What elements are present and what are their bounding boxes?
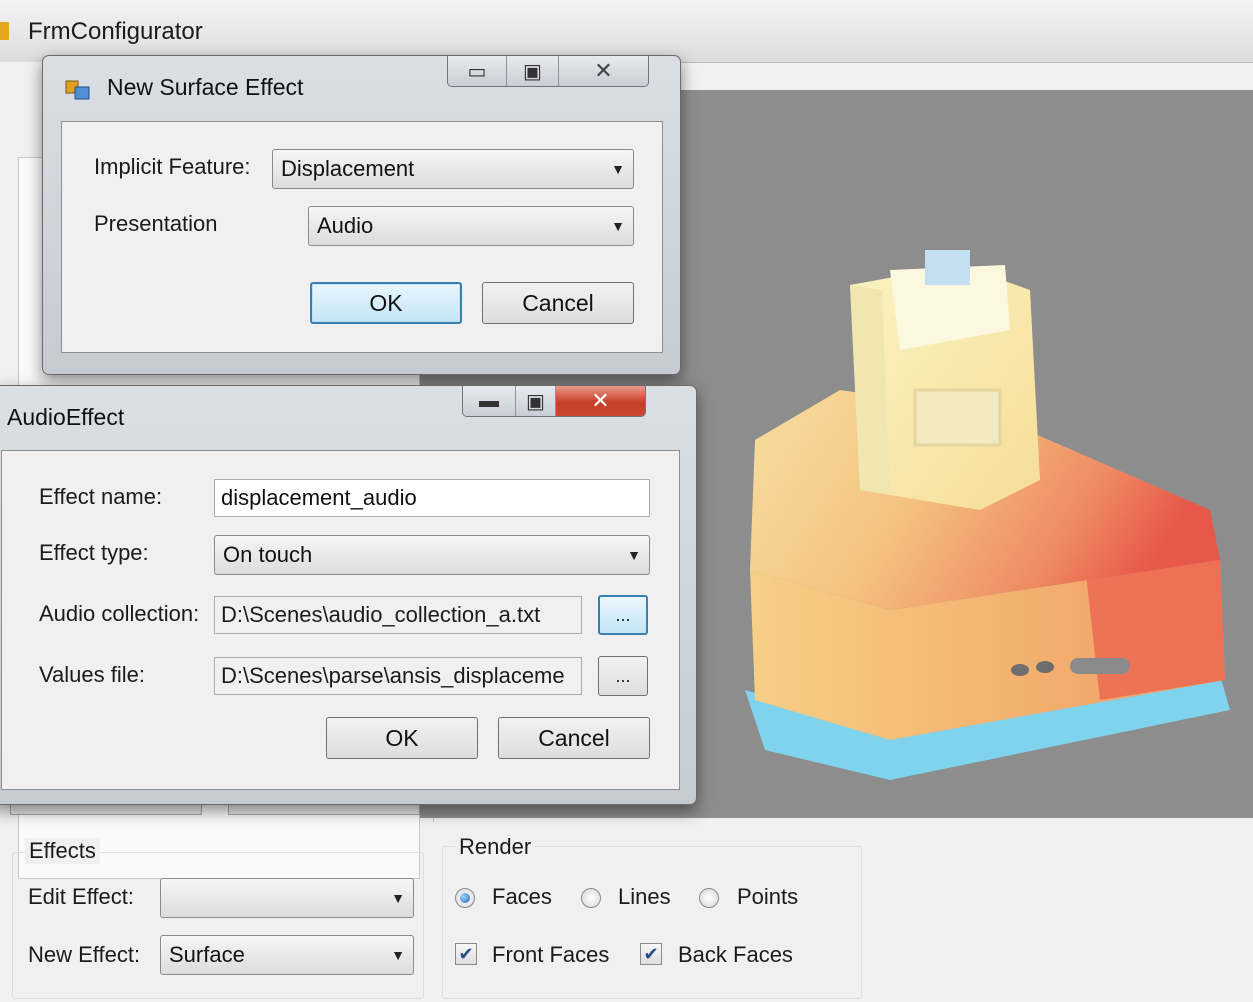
checkmark-icon: ✔ [458, 944, 474, 964]
main-window-title: FrmConfigurator [28, 18, 203, 45]
presentation-dropdown[interactable]: Audio ▼ [308, 206, 634, 246]
maximize-icon[interactable]: ▣ [515, 386, 555, 416]
faces-radio[interactable] [455, 888, 475, 908]
new-surface-effect-dialog: New Surface Effect ▭ ▣ ✕ Implicit Featur… [42, 55, 681, 375]
effect-name-input[interactable]: displacement_audio [214, 479, 650, 517]
audio-dialog-title: AudioEffect [7, 404, 125, 430]
minimize-icon[interactable]: ▬ [463, 386, 515, 416]
back-faces-label: Back Faces [678, 942, 793, 967]
new-effect-dropdown[interactable]: Surface ▼ [160, 935, 414, 975]
lines-label: Lines [618, 884, 671, 909]
audio-cancel-button[interactable]: Cancel [498, 717, 650, 759]
effect-type-value: On touch [223, 542, 313, 567]
edit-effect-label: Edit Effect: [28, 884, 134, 909]
new-effect-label: New Effect: [28, 942, 141, 967]
app-icon [0, 22, 9, 40]
audio-collection-path[interactable]: D:\Scenes\audio_collection_a.txt [214, 596, 582, 634]
audio-dialog-caption-buttons: ▬ ▣ ✕ [462, 386, 646, 417]
chevron-down-icon: ▼ [611, 161, 625, 177]
audio-ok-button[interactable]: OK [326, 717, 478, 759]
effects-group-title: Effects [25, 838, 100, 864]
values-file-label: Values file: [39, 662, 145, 687]
close-icon[interactable]: ✕ [555, 386, 645, 416]
effects-groupbox [12, 852, 424, 999]
audio-effect-dialog: AudioEffect ▬ ▣ ✕ Effect name: displacem… [0, 385, 697, 805]
maximize-icon[interactable]: ▣ [506, 56, 558, 86]
front-faces-label: Front Faces [492, 942, 610, 967]
lines-radio[interactable] [581, 888, 601, 908]
main-window-titlebar: FrmConfigurator [0, 0, 1253, 63]
values-file-path[interactable]: D:\Scenes\parse\ansis_displaceme [214, 657, 582, 695]
faces-label: Faces [492, 884, 552, 909]
effect-name-label: Effect name: [39, 484, 163, 509]
surface-ok-button[interactable]: OK [310, 282, 462, 324]
new-effect-value: Surface [169, 942, 245, 967]
presentation-value: Audio [317, 213, 374, 238]
points-radio[interactable] [699, 888, 719, 908]
surface-cancel-button[interactable]: Cancel [482, 282, 634, 324]
chevron-down-icon: ▼ [391, 890, 405, 906]
audio-collection-label: Audio collection: [39, 601, 200, 626]
back-faces-checkbox[interactable]: ✔ [640, 943, 662, 965]
form-icon [65, 80, 90, 100]
surface-dialog-caption-buttons: ▭ ▣ ✕ [447, 56, 649, 87]
implicit-feature-value: Displacement [281, 156, 415, 181]
audio-dialog-client: Effect name: displacement_audio Effect t… [1, 450, 680, 790]
audio-collection-browse-button[interactable]: ... [598, 595, 648, 635]
implicit-feature-dropdown[interactable]: Displacement ▼ [272, 149, 634, 189]
checkmark-icon: ✔ [643, 944, 659, 964]
values-file-browse-button[interactable]: ... [598, 656, 648, 696]
effect-type-label: Effect type: [39, 540, 149, 565]
chevron-down-icon: ▼ [627, 547, 641, 563]
effect-type-dropdown[interactable]: On touch ▼ [214, 535, 650, 575]
render-groupbox [442, 846, 862, 999]
minimize-icon[interactable]: ▭ [448, 56, 506, 86]
presentation-label: Presentation [94, 211, 218, 236]
points-label: Points [737, 884, 799, 909]
surface-dialog-title: New Surface Effect [107, 74, 304, 100]
chevron-down-icon: ▼ [611, 218, 625, 234]
chevron-down-icon: ▼ [391, 947, 405, 963]
implicit-feature-label: Implicit Feature: [94, 154, 251, 179]
surface-dialog-client: Implicit Feature: Displacement ▼ Present… [61, 121, 663, 353]
edit-effect-dropdown[interactable]: ▼ [160, 878, 414, 918]
render-group-title: Render [455, 834, 536, 860]
front-faces-checkbox[interactable]: ✔ [455, 943, 477, 965]
close-icon[interactable]: ✕ [558, 56, 648, 86]
